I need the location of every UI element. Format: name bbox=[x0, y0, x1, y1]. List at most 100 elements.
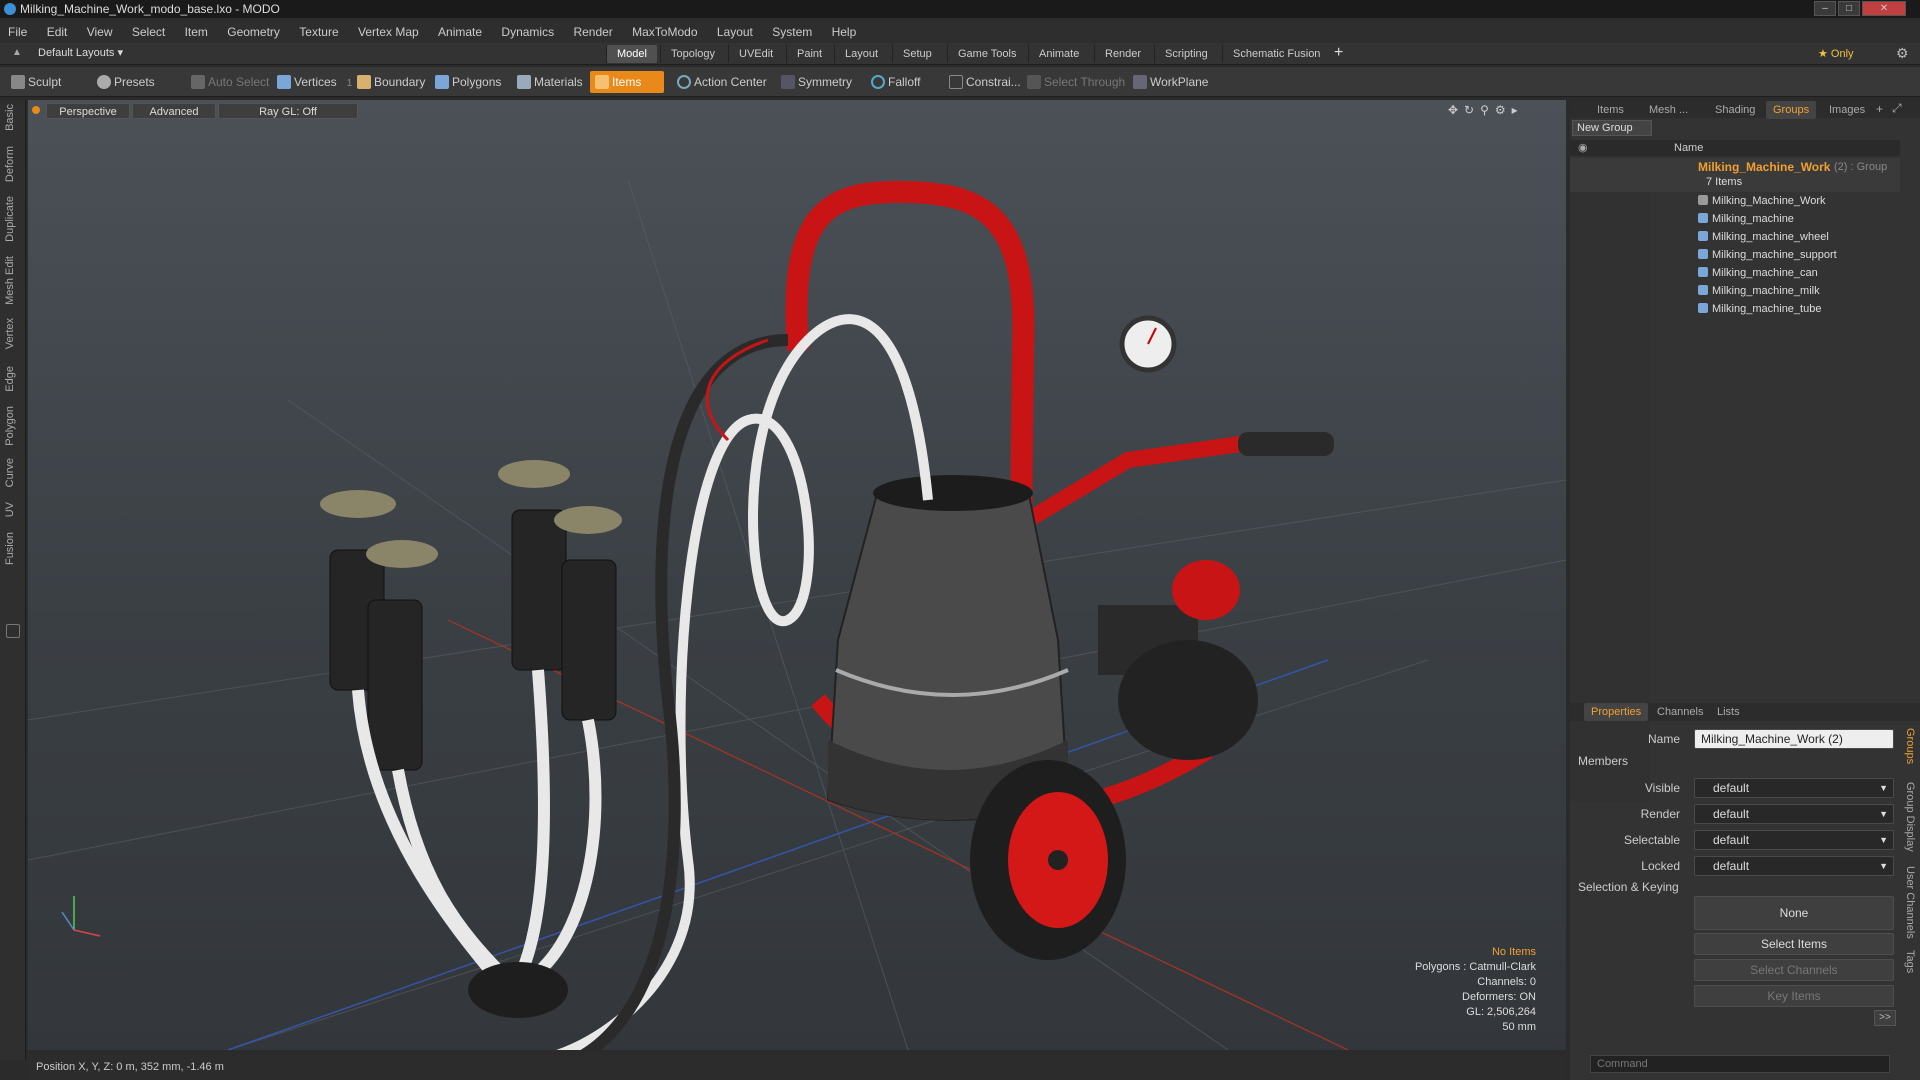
menu-maxtomodo[interactable]: MaxToModo bbox=[624, 21, 705, 43]
tab-mesh[interactable]: Mesh ... bbox=[1642, 101, 1695, 119]
symmetry-button[interactable]: Symmetry bbox=[776, 71, 858, 93]
tab-polygon[interactable]: Polygon bbox=[4, 406, 16, 446]
boundary-button[interactable]: Boundary bbox=[352, 71, 431, 93]
tab-deform[interactable]: Deform bbox=[4, 146, 16, 182]
tab-schematic-fusion[interactable]: Schematic Fusion bbox=[1222, 45, 1330, 63]
vertices-button[interactable]: Vertices 1 bbox=[272, 71, 358, 93]
tab-animate[interactable]: Animate bbox=[1028, 45, 1089, 63]
command-input[interactable]: Command bbox=[1590, 1055, 1890, 1073]
polygons-label: Polygons bbox=[452, 75, 502, 89]
chevron-down-icon: ▼ bbox=[1879, 835, 1888, 845]
tab-uvedit[interactable]: UVEdit bbox=[728, 45, 783, 63]
tab-model[interactable]: Model bbox=[606, 45, 657, 63]
tab-scripting[interactable]: Scripting bbox=[1154, 45, 1218, 63]
action-center-button[interactable]: Action Center bbox=[672, 71, 773, 93]
tab-basic[interactable]: Basic bbox=[4, 104, 16, 131]
menu-file[interactable]: File bbox=[0, 21, 35, 43]
tab-duplicate[interactable]: Duplicate bbox=[4, 196, 16, 242]
menu-texture[interactable]: Texture bbox=[291, 21, 346, 43]
falloff-icon bbox=[871, 75, 885, 89]
eye-icon[interactable]: ◉ bbox=[1578, 140, 1588, 156]
auto-select-button[interactable]: Auto Select bbox=[186, 71, 275, 93]
close-button[interactable]: ✕ bbox=[1862, 1, 1906, 16]
menu-animate[interactable]: Animate bbox=[430, 21, 490, 43]
tab-channels[interactable]: Channels bbox=[1650, 703, 1710, 721]
tab-properties[interactable]: Properties bbox=[1584, 703, 1649, 721]
tool-bar: Sculpt Presets Auto Select Vertices 1 Bou… bbox=[0, 67, 1920, 97]
menu-select[interactable]: Select bbox=[124, 21, 173, 43]
tab-items[interactable]: Items bbox=[1590, 101, 1631, 119]
more-button[interactable]: >> bbox=[1874, 1010, 1896, 1026]
render-label: Render bbox=[1640, 807, 1680, 821]
tab-curve[interactable]: Curve bbox=[4, 458, 16, 487]
boundary-icon bbox=[357, 75, 371, 89]
menu-layout[interactable]: Layout bbox=[709, 21, 761, 43]
gear-icon[interactable]: ⚙ bbox=[1896, 45, 1909, 62]
vtab-group-display[interactable]: Group Display bbox=[1904, 782, 1916, 852]
menu-edit[interactable]: Edit bbox=[39, 21, 76, 43]
layout-selector[interactable]: Default Layouts ▾ bbox=[38, 46, 123, 59]
vtab-tags[interactable]: Tags bbox=[1904, 950, 1916, 973]
tab-shading[interactable]: Shading bbox=[1708, 101, 1762, 119]
collapse-icon[interactable]: ▲ bbox=[12, 47, 22, 58]
tab-vertex[interactable]: Vertex bbox=[4, 318, 16, 349]
menu-view[interactable]: View bbox=[79, 21, 121, 43]
menu-render[interactable]: Render bbox=[565, 21, 620, 43]
3d-viewport[interactable]: Perspective Advanced Ray GL: Off ✥↻⚲⚙▸ N… bbox=[28, 100, 1566, 1050]
menu-help[interactable]: Help bbox=[824, 21, 865, 43]
sculpt-button[interactable]: Sculpt bbox=[6, 71, 67, 93]
tab-lists[interactable]: Lists bbox=[1710, 703, 1747, 721]
expand-icon[interactable]: ⤢ bbox=[1892, 101, 1902, 116]
only-toggle[interactable]: ★ Only bbox=[1818, 47, 1854, 60]
workplane-button[interactable]: WorkPlane bbox=[1128, 71, 1214, 93]
chevron-down-icon: ▼ bbox=[1879, 861, 1888, 871]
menu-system[interactable]: System bbox=[764, 21, 820, 43]
add-tab-icon[interactable]: + bbox=[1334, 44, 1343, 62]
vtab-groups[interactable]: Groups bbox=[1904, 728, 1916, 764]
tab-layout[interactable]: Layout bbox=[834, 45, 888, 63]
select-items-button[interactable]: Select Items bbox=[1694, 933, 1894, 955]
visible-dropdown[interactable]: default ▼ bbox=[1694, 778, 1894, 798]
menu-dynamics[interactable]: Dynamics bbox=[493, 21, 562, 43]
items-icon bbox=[595, 75, 609, 89]
constraints-button[interactable]: Constrai... bbox=[944, 71, 1027, 93]
materials-button[interactable]: Materials bbox=[512, 71, 589, 93]
name-field[interactable]: Milking_Machine_Work (2) bbox=[1694, 729, 1894, 749]
tab-uv[interactable]: UV bbox=[4, 502, 16, 517]
locked-dropdown[interactable]: default ▼ bbox=[1694, 856, 1894, 876]
tab-fusion[interactable]: Fusion bbox=[4, 532, 16, 565]
selection-keying-section[interactable]: Selection & Keying bbox=[1578, 880, 1679, 894]
group-row[interactable]: Milking_Machine_Work (2) : Group 7 Items bbox=[1570, 158, 1900, 192]
polygons-button[interactable]: Polygons bbox=[430, 71, 507, 93]
menu-geometry[interactable]: Geometry bbox=[219, 21, 288, 43]
tree-item-label: Milking_machine_wheel bbox=[1698, 228, 1829, 246]
locked-label: Locked bbox=[1641, 859, 1680, 873]
vtab-user-channels[interactable]: User Channels bbox=[1904, 866, 1916, 939]
new-group-button[interactable]: New Group bbox=[1572, 120, 1652, 136]
tab-render[interactable]: Render bbox=[1094, 45, 1151, 63]
panel-toggle-icon[interactable] bbox=[6, 624, 20, 638]
tab-mesh-edit[interactable]: Mesh Edit bbox=[4, 256, 16, 305]
key-items-button[interactable]: Key Items bbox=[1694, 985, 1894, 1007]
none-button[interactable]: None bbox=[1694, 896, 1894, 930]
select-channels-button[interactable]: Select Channels bbox=[1694, 959, 1894, 981]
add-tab-icon[interactable]: + bbox=[1876, 102, 1883, 116]
presets-button[interactable]: Presets bbox=[92, 71, 161, 93]
menu-vertex-map[interactable]: Vertex Map bbox=[350, 21, 427, 43]
members-section[interactable]: Members bbox=[1578, 754, 1628, 768]
tab-groups[interactable]: Groups bbox=[1766, 101, 1817, 119]
falloff-button[interactable]: Falloff bbox=[866, 71, 926, 93]
tab-images[interactable]: Images bbox=[1822, 101, 1872, 119]
minimize-button[interactable]: – bbox=[1814, 1, 1836, 16]
select-through-button[interactable]: Select Through bbox=[1022, 71, 1131, 93]
tab-edge[interactable]: Edge bbox=[4, 366, 16, 392]
tab-setup[interactable]: Setup bbox=[892, 45, 942, 63]
tab-topology[interactable]: Topology bbox=[660, 45, 725, 63]
selectable-dropdown[interactable]: default ▼ bbox=[1694, 830, 1894, 850]
tab-game-tools[interactable]: Game Tools bbox=[947, 45, 1027, 63]
items-button[interactable]: Items bbox=[590, 71, 664, 93]
menu-item[interactable]: Item bbox=[177, 21, 216, 43]
maximize-button[interactable]: □ bbox=[1838, 1, 1860, 16]
tab-paint[interactable]: Paint bbox=[786, 45, 832, 63]
render-dropdown[interactable]: default ▼ bbox=[1694, 804, 1894, 824]
